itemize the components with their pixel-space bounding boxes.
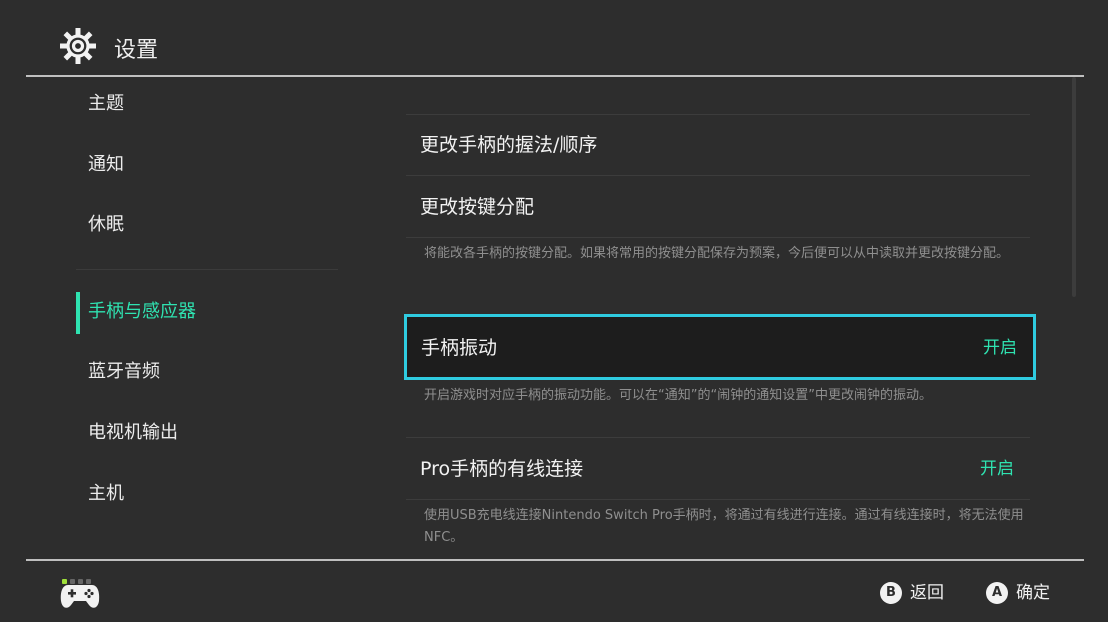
divider xyxy=(406,499,1030,500)
gear-icon xyxy=(60,28,96,64)
scrollbar[interactable] xyxy=(1072,77,1076,297)
b-button-icon: B xyxy=(880,582,902,604)
confirm-button[interactable]: A 确定 xyxy=(986,581,1050,605)
setting-label: 更改按键分配 xyxy=(420,196,535,218)
sidebar-item-label: 主机 xyxy=(88,483,124,504)
setting-change-grip-order[interactable]: 更改手柄的握法/顺序 xyxy=(406,115,1030,175)
sidebar-item-label: 蓝牙音频 xyxy=(88,361,160,382)
sidebar-item-label: 电视机输出 xyxy=(88,422,178,443)
setting-value: 开启 xyxy=(980,459,1014,479)
setting-description: 将能改各手柄的按键分配。如果将常用的按键分配保存为预案，今后便可以从中读取并更改… xyxy=(424,246,1010,261)
back-label: 返回 xyxy=(910,583,944,603)
divider xyxy=(406,175,1030,176)
confirm-label: 确定 xyxy=(1016,583,1050,603)
sidebar-item-label: 手柄与感应器 xyxy=(88,301,196,322)
setting-change-button-mapping[interactable]: 更改按键分配 xyxy=(406,177,1030,237)
sidebar-item-label: 主题 xyxy=(88,93,124,114)
divider xyxy=(406,237,1030,238)
sidebar-item-notifications[interactable]: 通知 xyxy=(76,140,338,190)
sidebar-item-sleep[interactable]: 休眠 xyxy=(76,200,338,250)
controller-icon xyxy=(60,585,100,608)
divider xyxy=(406,437,1030,438)
sidebar-item-bluetooth-audio[interactable]: 蓝牙音频 xyxy=(76,347,338,397)
setting-pro-controller-wired[interactable]: Pro手柄的有线连接 开启 xyxy=(406,439,1030,499)
back-button[interactable]: B 返回 xyxy=(880,581,944,605)
setting-label: 更改手柄的握法/顺序 xyxy=(420,134,598,156)
sidebar-item-tv-output[interactable]: 电视机输出 xyxy=(76,408,338,458)
settings-screen: 设置 主题 通知 休眠 手柄与感应器 蓝牙音频 电视机输出 主机 更改手柄的握法… xyxy=(0,0,1108,622)
sidebar-item-controllers-and-sensors[interactable]: 手柄与感应器 xyxy=(76,287,338,337)
setting-description: 开启游戏时对应手柄的振动功能。可以在“通知”的“闹钟的通知设置”中更改闹钟的振动… xyxy=(424,388,932,403)
sidebar-item-label: 休眠 xyxy=(88,214,124,235)
settings-content: 更改手柄的握法/顺序 更改按键分配 将能改各手柄的按键分配。如果将常用的按键分配… xyxy=(360,77,1080,559)
setting-description: 使用USB充电线连接Nintendo Switch Pro手柄时，将通过有线进行… xyxy=(424,508,1024,545)
active-indicator xyxy=(76,292,80,334)
sidebar-item-label: 通知 xyxy=(88,154,124,175)
setting-controller-vibration[interactable]: 手柄振动 开启 xyxy=(404,314,1036,380)
sidebar-item-themes[interactable]: 主题 xyxy=(76,79,338,129)
header: 设置 xyxy=(0,0,1108,76)
page-title: 设置 xyxy=(114,38,159,63)
setting-label: Pro手柄的有线连接 xyxy=(420,458,584,480)
setting-label: 手柄振动 xyxy=(421,337,498,359)
sidebar: 主题 通知 休眠 手柄与感应器 蓝牙音频 电视机输出 主机 xyxy=(0,77,360,559)
sidebar-divider xyxy=(76,269,338,270)
setting-value: 开启 xyxy=(983,338,1017,358)
sidebar-item-system[interactable]: 主机 xyxy=(76,469,338,519)
footer: B 返回 A 确定 xyxy=(0,561,1108,622)
a-button-icon: A xyxy=(986,582,1008,604)
